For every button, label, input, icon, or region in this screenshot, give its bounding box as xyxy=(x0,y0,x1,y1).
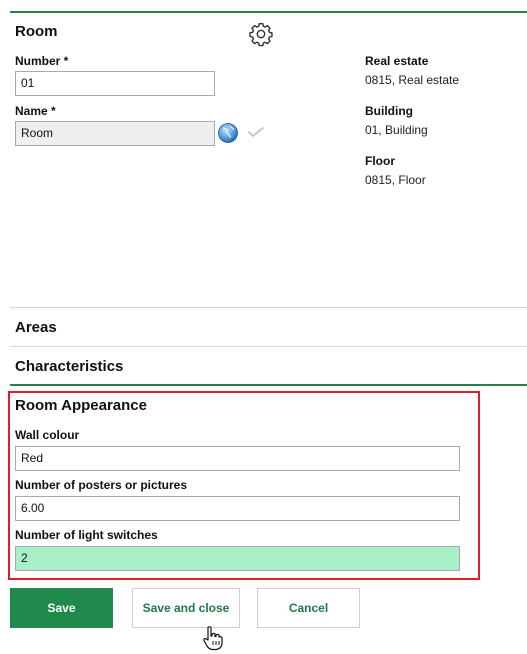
floor-label: Floor xyxy=(365,154,395,168)
name-input[interactable]: Room xyxy=(15,121,215,146)
floor-value: 0815, Floor xyxy=(365,173,426,187)
save-and-close-button[interactable]: Save and close xyxy=(132,588,240,628)
name-label: Name * xyxy=(15,104,56,118)
building-label: Building xyxy=(365,104,413,118)
posters-label: Number of posters or pictures xyxy=(15,478,188,492)
appearance-section-title: Room Appearance xyxy=(15,397,147,414)
real-estate-value: 0815, Real estate xyxy=(365,73,460,87)
room-section-top-border xyxy=(10,11,527,13)
number-label: Number * xyxy=(15,54,69,68)
save-button[interactable]: Save xyxy=(10,588,113,628)
characteristics-divider xyxy=(10,346,527,347)
areas-section-header[interactable]: Areas xyxy=(15,319,57,336)
number-input[interactable]: 01 xyxy=(15,71,215,96)
light-switches-label: Number of light switches xyxy=(15,528,158,542)
posters-input[interactable]: 6.00 xyxy=(15,496,460,521)
check-icon[interactable] xyxy=(247,125,265,139)
light-switches-input[interactable]: 2 xyxy=(15,546,460,571)
globe-icon[interactable] xyxy=(217,122,239,144)
wall-colour-label: Wall colour xyxy=(15,428,80,442)
hand-cursor-icon xyxy=(202,625,224,651)
real-estate-label: Real estate xyxy=(365,54,429,68)
appearance-section-top-border xyxy=(10,384,527,386)
building-value: 01, Building xyxy=(365,123,428,137)
wall-colour-input[interactable]: Red xyxy=(15,446,460,471)
room-section-title: Room xyxy=(15,23,58,40)
characteristics-section-header[interactable]: Characteristics xyxy=(15,358,123,375)
cancel-button[interactable]: Cancel xyxy=(257,588,360,628)
areas-divider xyxy=(10,307,527,308)
gear-icon[interactable] xyxy=(248,21,274,47)
